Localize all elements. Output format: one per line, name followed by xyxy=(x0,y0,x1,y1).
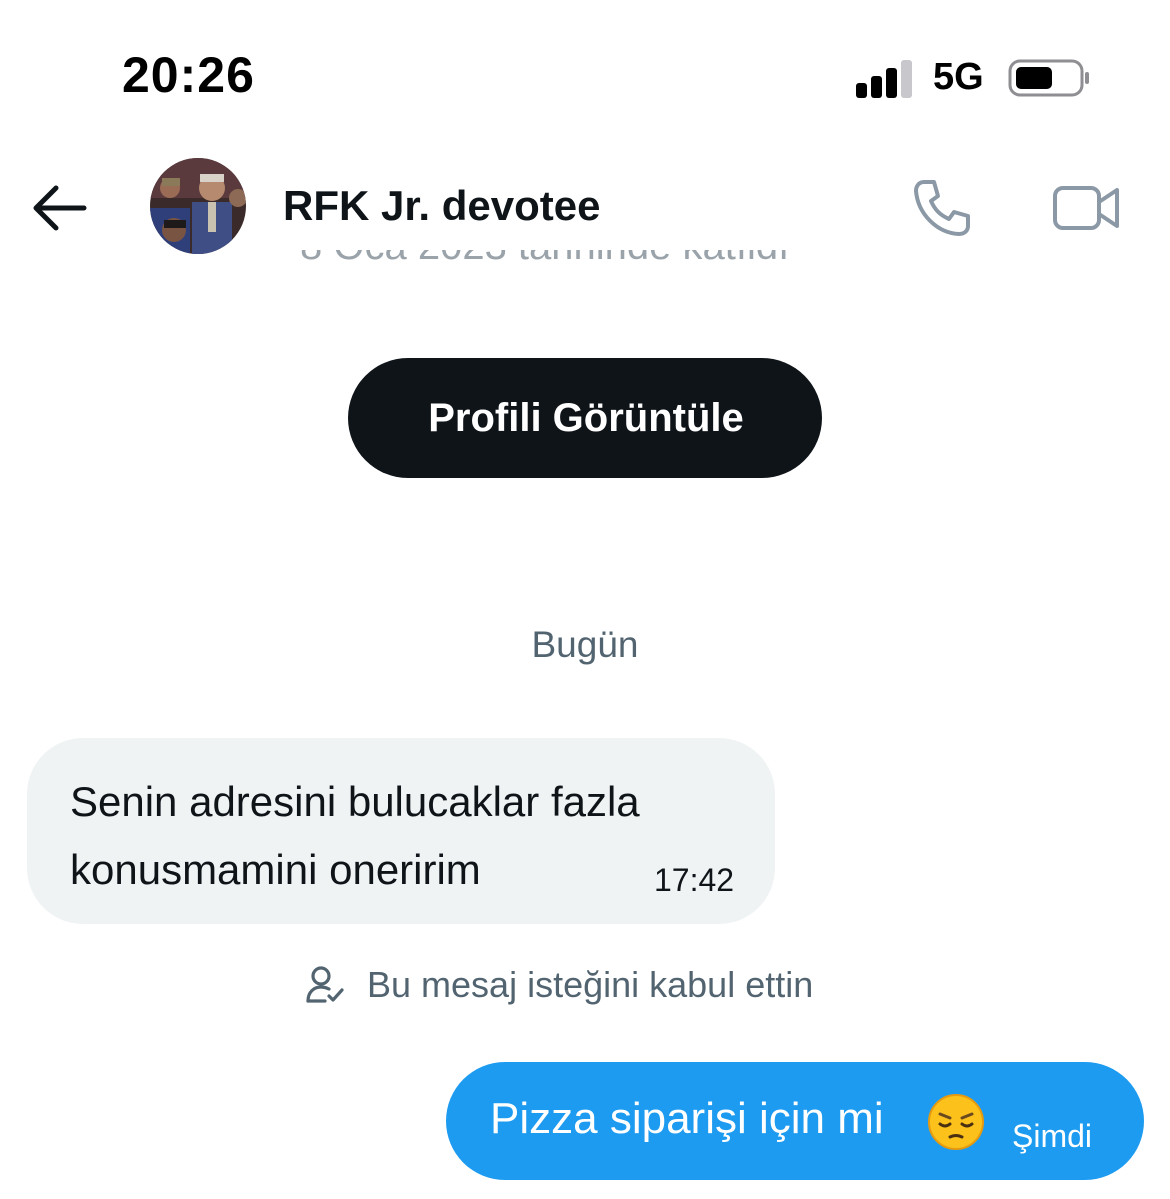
request-accepted-notice: Bu mesaj isteğini kabul ettin xyxy=(305,960,813,1010)
contact-name[interactable]: RFK Jr. devotee xyxy=(283,182,600,230)
contact-avatar[interactable] xyxy=(150,158,246,254)
phone-icon[interactable] xyxy=(910,176,974,240)
user-check-icon xyxy=(306,966,344,1003)
date-separator: Bugün xyxy=(531,624,639,665)
view-profile-button-label: Profili Görüntüle xyxy=(428,395,744,440)
status-time: 20:26 xyxy=(122,47,255,103)
view-profile-button[interactable]: Profili Görüntüle xyxy=(348,358,822,478)
outgoing-message-text: Pizza siparişi için mi xyxy=(490,1094,884,1143)
network-type: 5G xyxy=(933,56,984,98)
request-accepted-text: Bu mesaj isteğini kabul ettin xyxy=(367,964,814,1005)
joined-date-text: 8 Oca 2023 tarihinde katıldı xyxy=(0,250,1170,274)
incoming-message-time: 17:42 xyxy=(654,862,735,898)
battery-icon xyxy=(1008,58,1092,98)
video-camera-icon[interactable] xyxy=(1052,180,1122,236)
outgoing-message-time: Şimdi xyxy=(1012,1118,1093,1154)
back-arrow-icon[interactable] xyxy=(30,180,90,236)
pensive-face-icon xyxy=(926,1092,986,1152)
cellular-signal-icon xyxy=(856,58,914,98)
